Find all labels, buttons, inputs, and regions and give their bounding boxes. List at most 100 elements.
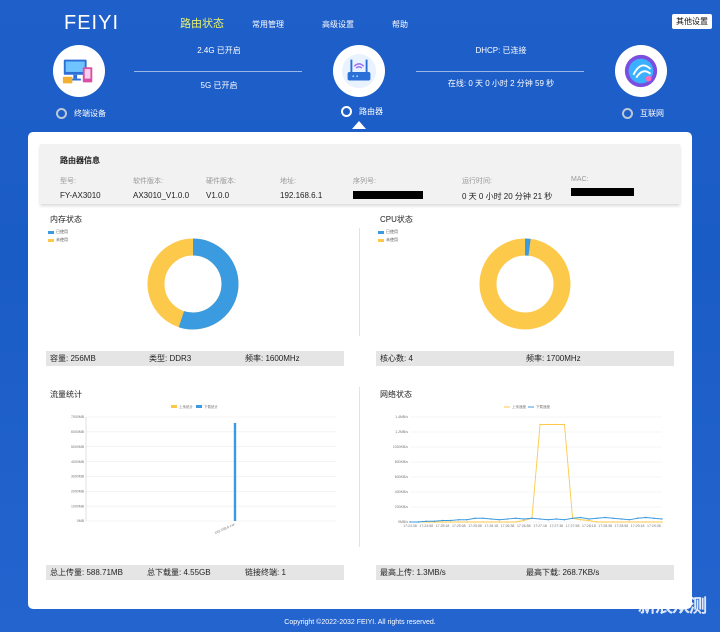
- net-point: [449, 519, 452, 522]
- connected-clients: 链接终端: 1: [245, 568, 286, 577]
- memory-stats-bar: 容量: 256MB 类型: DDR3 频率: 1600MHz: [46, 351, 344, 366]
- net-point: [653, 517, 655, 519]
- brand-logo: FEIYI: [64, 12, 120, 34]
- memory-frequency: 频率: 1600MHz: [245, 354, 300, 363]
- net-point: [661, 518, 663, 520]
- other-settings-button[interactable]: 其他设置: [672, 14, 712, 29]
- network-legend-upload: 上传速度: [512, 404, 526, 409]
- net-point: [612, 517, 614, 519]
- net-point: [506, 521, 509, 523]
- router-node[interactable]: 路由器: [341, 106, 383, 117]
- nav-help[interactable]: 帮助: [392, 19, 408, 30]
- net-ytick: 1000KB/s: [393, 445, 408, 449]
- net-point: [596, 517, 598, 519]
- net-ytick: 1.2MB/s: [395, 430, 408, 434]
- traffic-download-bar: [233, 422, 237, 521]
- traffic-chart: 上传统计 下载统计 0MB 1000MB 2000MB 3000MB 4000MB 500…: [71, 404, 336, 535]
- nav-common-management[interactable]: 常用管理: [252, 19, 284, 30]
- net-xtick: 17:25:18: [436, 524, 450, 528]
- net-ytick: 1.4MB/s: [395, 415, 408, 419]
- router-icon: [333, 45, 385, 97]
- net-point: [466, 521, 468, 523]
- net-xtick: 17:29:38: [647, 524, 661, 528]
- net-point: [588, 518, 590, 520]
- net-point: [563, 519, 566, 521]
- net-point: [604, 521, 606, 523]
- net-xtick: 17:27:18: [533, 524, 547, 528]
- router-info-title: 路由器信息: [60, 156, 100, 165]
- net-point: [514, 517, 517, 519]
- net-point: [563, 423, 566, 426]
- net-point: [474, 521, 476, 523]
- net-point: [482, 517, 484, 519]
- net-point: [636, 521, 639, 523]
- net-point: [409, 521, 411, 523]
- devices-icon: [53, 45, 105, 97]
- max-upload: 最高上传: 1.3MB/s: [380, 568, 446, 577]
- section-divider-bottom: [359, 387, 360, 547]
- net-ytick: 600KB/s: [395, 475, 408, 479]
- topology-status: 终端设备 2.4G 已开启 5G 已开启 路由器 DHCP: 已连接 在线: 0…: [0, 40, 720, 130]
- net-point: [580, 519, 582, 521]
- nav-router-status[interactable]: 路由状态: [180, 15, 224, 31]
- info-mac: MAC:: [571, 176, 634, 198]
- net-point: [441, 521, 444, 523]
- cpu-stats-bar: 核心数: 4 频率: 1700MHz: [376, 351, 674, 366]
- net-point: [555, 423, 558, 426]
- net-point: [588, 519, 590, 522]
- cpu-title: CPU状态: [380, 215, 413, 224]
- traffic-xtick: 192.168.6.xxx: [214, 522, 236, 535]
- net-ytick: 800KB/s: [395, 460, 408, 464]
- net-point: [506, 518, 509, 520]
- internet-node[interactable]: 互联网: [622, 108, 664, 119]
- cpu-legend: 已使用 未使用: [378, 229, 398, 245]
- net-xtick: 17:28:38: [598, 524, 612, 528]
- net-ytick: 200KB/s: [395, 505, 408, 509]
- watermark-logo: 新浪众测: [638, 596, 707, 616]
- traffic-ytick: 3000MB: [71, 475, 85, 479]
- total-upload: 总上传量: 588.71MB: [50, 568, 123, 577]
- devices-node[interactable]: 终端设备: [56, 108, 106, 119]
- info-software-version: 软件版本: AX3010_V1.0.0: [133, 178, 190, 200]
- net-series-download: [410, 517, 663, 523]
- traffic-legend-download: 下载统计: [204, 404, 218, 409]
- net-point: [628, 519, 631, 521]
- traffic-ytick: 7000MB: [71, 415, 85, 419]
- wifi-5g-status: 5G 已开启: [200, 81, 238, 90]
- net-point: [466, 519, 468, 521]
- net-point: [498, 519, 501, 521]
- network-title: 网络状态: [380, 390, 412, 399]
- net-point: [458, 521, 460, 523]
- cpu-donut: [479, 238, 571, 330]
- memory-title: 内存状态: [50, 215, 82, 224]
- cpu-free-slice: [479, 238, 571, 330]
- footer-copyright: Copyright ©2022-2032 FEIYI. All rights r…: [284, 619, 436, 626]
- main-panel: 路由器信息 型号: FY-AX3010 软件版本: AX3010_V1.0.0 …: [28, 132, 692, 609]
- net-point: [417, 521, 419, 523]
- router-info-card: 路由器信息 型号: FY-AX3010 软件版本: AX3010_V1.0.0 …: [40, 144, 680, 204]
- net-xtick: 17:28:58: [615, 524, 629, 528]
- total-download: 总下载量: 4.55GB: [147, 568, 211, 577]
- net-point: [547, 423, 549, 426]
- traffic-ytick: 6000MB: [71, 430, 85, 434]
- memory-capacity: 容量: 256MB: [50, 354, 96, 363]
- info-serial: 序列号:: [353, 176, 423, 201]
- net-point: [425, 520, 427, 522]
- net-point: [645, 516, 647, 519]
- dhcp-status: DHCP: 已连接: [475, 46, 527, 55]
- net-point: [645, 521, 647, 523]
- traffic-ytick: 5000MB: [71, 445, 85, 449]
- wifi-24g-status: 2.4G 已开启: [197, 46, 241, 55]
- net-point: [580, 516, 582, 519]
- net-xtick: 17:25:58: [468, 524, 482, 528]
- cpu-cores: 核心数: 4: [380, 354, 413, 363]
- traffic-title: 流量统计: [50, 390, 82, 399]
- info-model: 型号: FY-AX3010: [60, 178, 101, 200]
- net-point: [474, 517, 476, 519]
- net-point: [523, 519, 525, 522]
- main-nav: 路由状态 常用管理 高级设置 帮助: [180, 15, 446, 31]
- net-point: [449, 521, 452, 523]
- nav-advanced-settings[interactable]: 高级设置: [322, 19, 354, 30]
- net-point: [628, 521, 631, 523]
- net-point: [482, 521, 484, 523]
